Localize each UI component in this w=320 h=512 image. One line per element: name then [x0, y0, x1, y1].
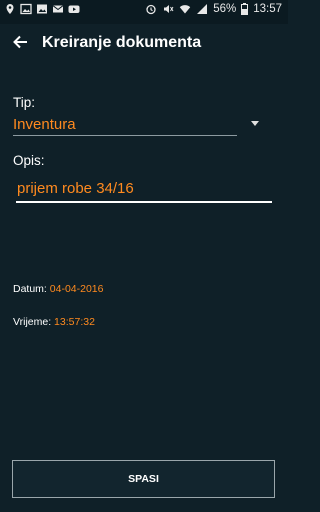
- status-bar-system: 56% 13:57: [145, 3, 282, 15]
- vrijeme-row: Vrijeme: 13:57:32: [13, 316, 95, 328]
- vrijeme-value: 13:57:32: [54, 316, 95, 328]
- mute-icon: [164, 5, 174, 13]
- tip-selected-value: Inventura: [13, 116, 76, 133]
- page-title: Kreiranje dokumenta: [42, 34, 202, 51]
- back-button[interactable]: [8, 30, 32, 54]
- alarm-icon: [146, 4, 156, 15]
- status-time: 13:57: [253, 3, 282, 15]
- mail-icon: [52, 5, 64, 13]
- datum-row: Datum: 04-04-2016: [13, 283, 103, 295]
- wifi-icon: [179, 5, 191, 14]
- dropdown-arrow-icon: [251, 121, 259, 126]
- location-icon: [6, 4, 14, 14]
- tip-dropdown[interactable]: Inventura: [13, 114, 269, 136]
- datum-value: 04-04-2016: [49, 283, 104, 295]
- tip-underline: [13, 135, 237, 136]
- photo-icon: [20, 3, 32, 15]
- youtube-icon: [68, 5, 80, 13]
- opis-input[interactable]: prijem robe 34/16: [16, 178, 272, 204]
- arrow-left-icon: [13, 35, 27, 49]
- opis-underline: [16, 201, 272, 203]
- signal-icon: [197, 4, 208, 14]
- gallery-icon: [37, 4, 47, 14]
- opis-input-value: prijem robe 34/16: [17, 180, 134, 197]
- tip-label: Tip:: [13, 95, 36, 110]
- battery-icon: [241, 3, 249, 15]
- save-button[interactable]: SPASI: [12, 460, 275, 498]
- opis-label: Opis:: [13, 153, 45, 168]
- datum-label: Datum:: [13, 283, 47, 295]
- status-bar: 56% 13:57: [0, 0, 288, 24]
- status-bar-notifications: [4, 3, 80, 15]
- battery-percent: 56%: [213, 3, 237, 15]
- app-bar: Kreiranje dokumenta: [0, 24, 288, 62]
- vrijeme-label: Vrijeme:: [13, 316, 52, 328]
